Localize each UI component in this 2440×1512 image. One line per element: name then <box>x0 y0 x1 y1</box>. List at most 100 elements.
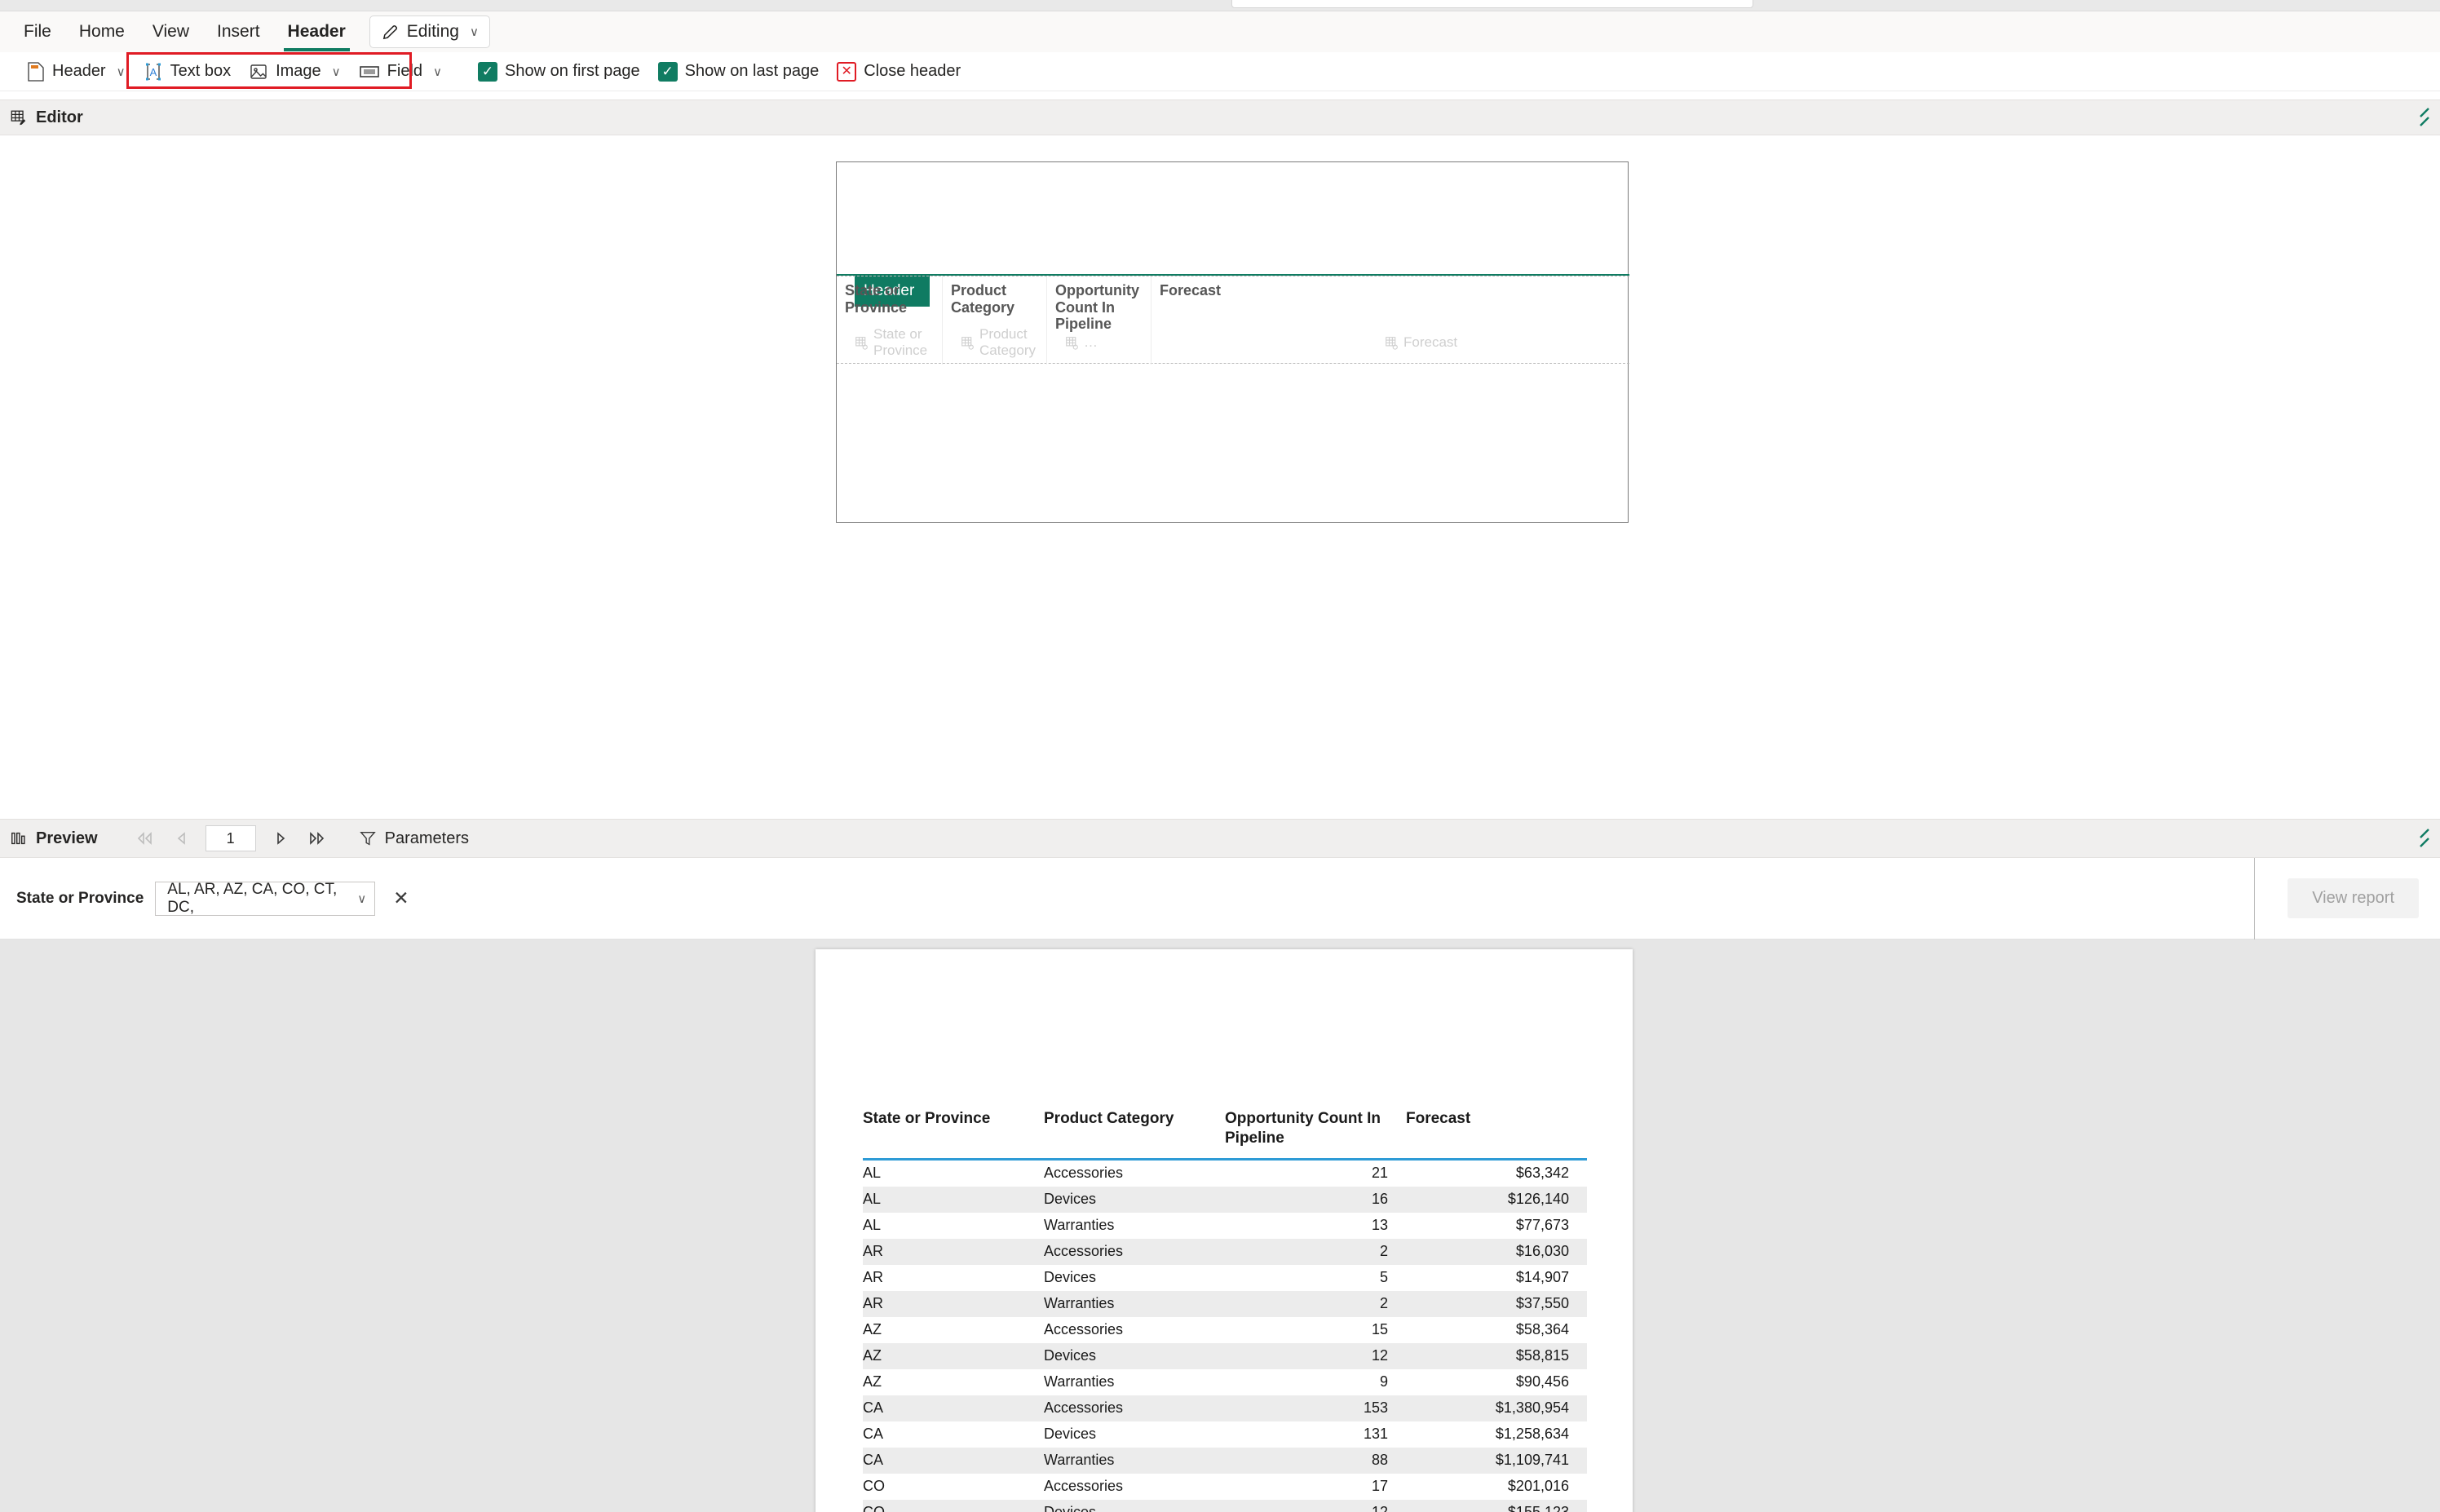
ribbon-tab-label: File <box>24 22 51 41</box>
cell-category: Accessories <box>1044 1165 1124 1181</box>
table-row: CA Warranties 88 $1,109,741 <box>863 1447 1587 1474</box>
previous-page-button[interactable] <box>163 824 199 853</box>
ribbon-tab-file[interactable]: File <box>10 15 65 48</box>
field-placeholder-label: Product Category <box>979 326 1036 358</box>
page-header-icon <box>27 61 45 82</box>
rendered-report-page: State or Province Product Category Oppor… <box>816 949 1633 1512</box>
tablix-field-cell[interactable]: Product Category <box>943 321 1047 365</box>
field-placeholder-icon <box>1385 336 1399 350</box>
cell-category: Devices <box>1044 1426 1097 1442</box>
preview-section-title: Preview <box>36 829 98 847</box>
editor-section-bar[interactable]: Editor <box>0 99 2440 135</box>
tablix-header-cell[interactable]: Forecast <box>1151 276 1629 321</box>
cell-count: 13 <box>1371 1217 1388 1233</box>
textbox-icon: A <box>144 62 163 82</box>
field-insert-button[interactable]: Field ∨ <box>350 57 451 86</box>
chevron-down-icon: ∨ <box>116 64 126 79</box>
ribbon-tab-view[interactable]: View <box>139 15 203 48</box>
tablix-field-cell[interactable]: … <box>1047 321 1151 365</box>
cell-category: Warranties <box>1044 1217 1115 1233</box>
report-table: State or Province Product Category Oppor… <box>863 1109 1587 1512</box>
chevron-collapse-icon[interactable] <box>2402 826 2430 851</box>
report-column-header: State or Province <box>863 1110 991 1127</box>
table-row: AR Accessories 2 $16,030 <box>863 1238 1587 1265</box>
state-or-province-dropdown[interactable]: AL, AR, AZ, CA, CO, CT, DC, ∨ <box>155 881 376 916</box>
cell-forecast: $155,123 <box>1507 1504 1569 1512</box>
preview-viewport[interactable]: State or Province Product Category Oppor… <box>0 939 2440 1512</box>
parameters-button[interactable]: Parameters <box>359 829 469 848</box>
cell-state: AR <box>863 1295 884 1311</box>
cell-forecast: $37,550 <box>1515 1295 1569 1311</box>
ribbon-tab-home[interactable]: Home <box>65 15 139 48</box>
cell-state: AR <box>863 1269 884 1285</box>
cell-forecast: $1,258,634 <box>1495 1426 1569 1442</box>
ribbon-tab-label: View <box>152 22 190 41</box>
page-number-input[interactable]: 1 <box>205 825 256 851</box>
field-icon <box>359 63 380 81</box>
show-on-last-page-toggle[interactable]: ✓ Show on last page <box>649 57 829 86</box>
preview-bars-icon <box>10 829 28 847</box>
cell-count: 131 <box>1363 1426 1388 1442</box>
tablix-header-cell[interactable]: Opportunity Count In Pipeline <box>1047 276 1151 332</box>
cell-state: AZ <box>863 1373 882 1390</box>
editing-mode-button[interactable]: Editing ∨ <box>369 15 490 48</box>
filter-funnel-icon <box>359 829 377 847</box>
table-row: CO Accessories 17 $201,016 <box>863 1474 1587 1500</box>
cell-count: 17 <box>1371 1478 1388 1494</box>
cell-category: Accessories <box>1044 1321 1124 1337</box>
cell-count: 16 <box>1371 1191 1388 1207</box>
field-insert-label: Field <box>387 62 423 80</box>
clear-x-icon[interactable]: ✕ <box>393 887 409 909</box>
cell-forecast: $58,815 <box>1515 1347 1569 1364</box>
cell-forecast: $16,030 <box>1515 1243 1569 1259</box>
image-insert-button[interactable]: Image ∨ <box>240 57 350 86</box>
close-header-button[interactable]: ✕ Close header <box>828 57 970 86</box>
chevron-collapse-icon[interactable] <box>2402 105 2430 130</box>
next-page-button[interactable] <box>263 824 298 853</box>
cell-state: CO <box>863 1504 885 1512</box>
cell-category: Accessories <box>1044 1478 1124 1494</box>
first-page-button[interactable] <box>127 824 163 853</box>
table-row: AZ Warranties 9 $90,456 <box>863 1369 1587 1395</box>
cell-category: Devices <box>1044 1269 1097 1285</box>
cell-forecast: $1,380,954 <box>1495 1399 1569 1416</box>
ribbon-tab-label: Header <box>287 22 346 41</box>
cell-forecast: $90,456 <box>1515 1373 1569 1390</box>
header-insert-button[interactable]: Header ∨ <box>18 57 135 86</box>
ribbon-tab-insert[interactable]: Insert <box>203 15 274 48</box>
design-canvas[interactable]: Header State or Province Product Categor… <box>0 135 2440 819</box>
chevron-down-icon: ∨ <box>357 891 367 906</box>
cell-category: Warranties <box>1044 1295 1115 1311</box>
cell-count: 12 <box>1371 1504 1388 1512</box>
editing-mode-label: Editing <box>406 22 459 41</box>
cell-category: Accessories <box>1044 1399 1124 1416</box>
table-row: CA Accessories 153 $1,380,954 <box>863 1395 1587 1421</box>
cell-state: AL <box>863 1191 882 1207</box>
image-insert-label: Image <box>276 62 321 80</box>
tablix-field-cell[interactable]: Forecast <box>1151 321 1629 365</box>
tablix-field-cell[interactable]: State or Province <box>837 321 943 365</box>
tablix-header-cell[interactable]: State or Province <box>837 276 943 321</box>
cell-state: AZ <box>863 1321 882 1337</box>
report-table-body: AL Accessories 21 $63,342 AL Devices 16 $126,14… <box>863 1161 1587 1512</box>
report-design-page[interactable]: Header State or Province Product Categor… <box>836 161 1629 523</box>
show-on-first-page-toggle[interactable]: ✓ Show on first page <box>469 57 649 86</box>
cell-state: CA <box>863 1426 884 1442</box>
textbox-insert-button[interactable]: A Text box <box>135 57 240 86</box>
design-tablix[interactable]: State or Province Product Category Oppor… <box>837 276 1629 365</box>
show-on-last-page-label: Show on last page <box>684 62 820 80</box>
ribbon-tab-header[interactable]: Header <box>274 15 360 51</box>
cell-forecast: $14,907 <box>1515 1269 1569 1285</box>
state-or-province-label: State or Province <box>16 889 144 907</box>
cell-state: CA <box>863 1452 884 1468</box>
preview-section-bar[interactable]: Preview 1 Parameters <box>0 819 2440 858</box>
table-row: AL Devices 16 $126,140 <box>863 1186 1587 1213</box>
field-placeholder-label: … <box>1084 334 1098 350</box>
view-report-container: View report <box>2254 857 2440 939</box>
search-box-stub[interactable] <box>1231 0 1753 8</box>
cell-count: 2 <box>1379 1243 1388 1259</box>
view-report-button[interactable]: View report <box>2288 878 2419 918</box>
table-row: AR Devices 5 $14,907 <box>863 1265 1587 1291</box>
last-page-button[interactable] <box>298 824 334 853</box>
tablix-header-cell[interactable]: Product Category <box>943 276 1047 321</box>
